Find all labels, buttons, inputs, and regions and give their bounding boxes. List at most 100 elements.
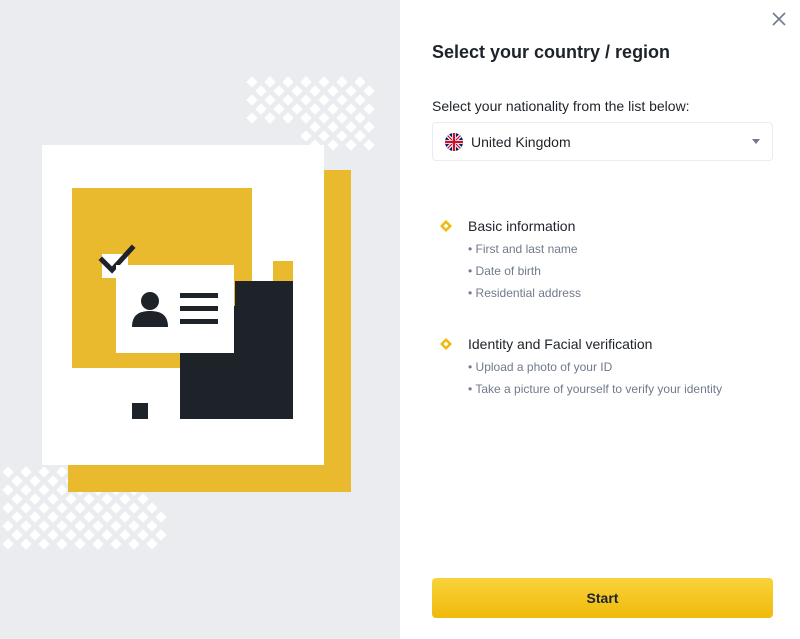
decorative-dot bbox=[155, 529, 167, 541]
decorative-dot bbox=[119, 493, 131, 505]
decorative-dot bbox=[336, 112, 348, 124]
person-icon bbox=[132, 292, 168, 327]
decorative-dot bbox=[137, 511, 149, 523]
decorative-dot bbox=[110, 538, 122, 550]
chevron-down-icon bbox=[752, 139, 760, 144]
decorative-dot bbox=[318, 130, 330, 142]
decorative-dot bbox=[74, 520, 86, 532]
section-identity-verification: Identity and Facial verification • Uploa… bbox=[440, 336, 722, 400]
decorative-dot bbox=[119, 529, 131, 541]
decorative-dot bbox=[128, 520, 140, 532]
decorative-dot bbox=[47, 475, 59, 487]
decorative-dot bbox=[56, 484, 68, 496]
decorative-dot bbox=[146, 538, 158, 550]
decorative-dot bbox=[47, 529, 59, 541]
decorative-dot bbox=[363, 139, 375, 151]
decorative-dot bbox=[29, 493, 41, 505]
decorative-dot bbox=[264, 76, 276, 88]
decorative-dot bbox=[83, 529, 95, 541]
decorative-dot bbox=[20, 466, 32, 478]
decorative-dot bbox=[110, 520, 122, 532]
nationality-select[interactable]: United Kingdom bbox=[432, 122, 773, 161]
decorative-dot bbox=[110, 502, 122, 514]
decorative-dot bbox=[101, 511, 113, 523]
decorative-dot bbox=[137, 493, 149, 505]
decorative-dot bbox=[282, 94, 294, 106]
nationality-label: Select your nationality from the list be… bbox=[432, 98, 690, 114]
decorative-dot bbox=[354, 130, 366, 142]
decorative-dot bbox=[92, 520, 104, 532]
decorative-dot bbox=[155, 511, 167, 523]
decorative-dot bbox=[92, 502, 104, 514]
decorative-dot bbox=[309, 85, 321, 97]
decorative-dot bbox=[2, 502, 14, 514]
decorative-dot bbox=[255, 85, 267, 97]
decorative-dot bbox=[146, 502, 158, 514]
decorative-dot bbox=[11, 475, 23, 487]
decorative-dot bbox=[300, 112, 312, 124]
dialog-title: Select your country / region bbox=[432, 42, 671, 62]
illustration-black-square bbox=[132, 403, 148, 419]
decorative-dot bbox=[336, 94, 348, 106]
decorative-dot bbox=[300, 130, 312, 142]
start-button[interactable]: Start bbox=[432, 578, 773, 618]
diamond-bullet-icon bbox=[440, 338, 452, 350]
decorative-dot bbox=[2, 520, 14, 532]
decorative-dot bbox=[246, 94, 258, 106]
decorative-dot bbox=[246, 76, 258, 88]
section-basic-information: Basic information • First and last name … bbox=[440, 218, 581, 304]
decorative-dot bbox=[354, 112, 366, 124]
list-item: • First and last name bbox=[468, 242, 578, 256]
decorative-dot bbox=[345, 85, 357, 97]
close-icon[interactable] bbox=[770, 10, 788, 28]
decorative-dot bbox=[146, 520, 158, 532]
decorative-dot bbox=[318, 112, 330, 124]
decorative-dot bbox=[56, 466, 68, 478]
decorative-dot bbox=[300, 76, 312, 88]
decorative-dot bbox=[345, 139, 357, 151]
decorative-dot bbox=[327, 85, 339, 97]
decorative-dot bbox=[2, 484, 14, 496]
decorative-dot bbox=[101, 529, 113, 541]
decorative-dot bbox=[336, 76, 348, 88]
form-panel bbox=[400, 0, 800, 639]
decorative-dot bbox=[20, 484, 32, 496]
decorative-dot bbox=[20, 520, 32, 532]
decorative-dot bbox=[65, 493, 77, 505]
decorative-dot bbox=[29, 475, 41, 487]
decorative-dot bbox=[327, 139, 339, 151]
decorative-dot bbox=[29, 529, 41, 541]
decorative-dot bbox=[65, 511, 77, 523]
decorative-dot bbox=[128, 502, 140, 514]
decorative-dot bbox=[11, 493, 23, 505]
decorative-dot bbox=[363, 121, 375, 133]
list-item: • Residential address bbox=[468, 286, 581, 300]
decorative-dot bbox=[273, 85, 285, 97]
decorative-dot bbox=[65, 529, 77, 541]
decorative-dot bbox=[38, 466, 50, 478]
decorative-dot bbox=[309, 121, 321, 133]
decorative-dot bbox=[327, 103, 339, 115]
decorative-dot bbox=[264, 94, 276, 106]
decorative-dot bbox=[128, 538, 140, 550]
decorative-dot bbox=[255, 103, 267, 115]
decorative-dot bbox=[38, 484, 50, 496]
list-item: • Upload a photo of your ID bbox=[468, 360, 613, 374]
decorative-dot bbox=[309, 103, 321, 115]
uk-flag-icon bbox=[445, 132, 463, 151]
diamond-bullet-icon bbox=[440, 220, 452, 232]
decorative-dot bbox=[47, 493, 59, 505]
decorative-dot bbox=[74, 502, 86, 514]
illustration-panel bbox=[0, 0, 400, 639]
decorative-dot bbox=[83, 493, 95, 505]
selected-country: United Kingdom bbox=[471, 133, 571, 150]
decorative-dot bbox=[345, 103, 357, 115]
decorative-dot bbox=[38, 502, 50, 514]
decorative-dot bbox=[354, 76, 366, 88]
decorative-dot bbox=[119, 511, 131, 523]
decorative-dot bbox=[56, 502, 68, 514]
decorative-dot bbox=[363, 85, 375, 97]
decorative-dot bbox=[291, 85, 303, 97]
decorative-dot bbox=[300, 94, 312, 106]
decorative-dot bbox=[327, 121, 339, 133]
